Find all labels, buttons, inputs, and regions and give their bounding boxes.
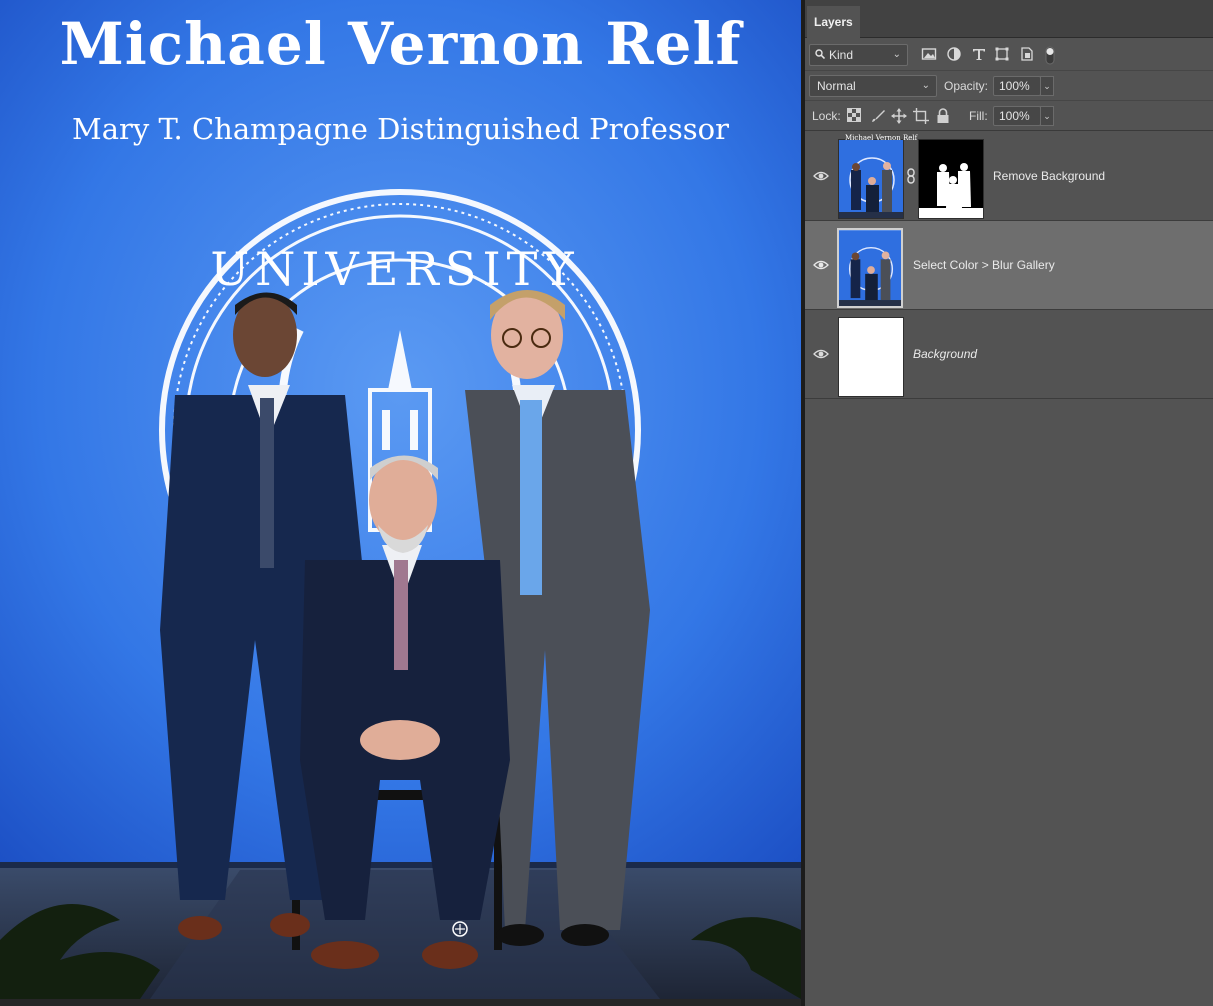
visibility-eye-icon[interactable] xyxy=(813,259,829,271)
panel-tab-bar: Layers xyxy=(805,0,1213,38)
opacity-label: Opacity: xyxy=(944,79,989,93)
document-subtitle: Mary T. Champagne Distinguished Professo… xyxy=(72,112,729,146)
layer-row-select-color-blur-gallery[interactable]: Select Color > Blur Gallery xyxy=(805,221,1213,310)
visibility-eye-icon[interactable] xyxy=(813,170,829,182)
lock-fill-row: Lock: Fill: 100% ⌄ xyxy=(805,101,1213,131)
filter-kind-label: Kind xyxy=(829,48,854,62)
opacity-input[interactable]: 100% xyxy=(993,76,1041,96)
lock-transparent-pixels-icon[interactable] xyxy=(847,108,863,124)
fill-input[interactable]: 100% xyxy=(993,106,1041,126)
layer-mask-thumbnail[interactable] xyxy=(918,139,984,219)
blend-mode-value: Normal xyxy=(817,79,856,93)
type-filter-icon[interactable] xyxy=(971,46,987,62)
layer-thumbnail[interactable] xyxy=(838,317,904,397)
filter-kind-dropdown[interactable]: Kind ⌄ xyxy=(809,44,908,66)
fill-chevron-icon[interactable]: ⌄ xyxy=(1040,106,1054,126)
canvas-area[interactable]: UNIVERSITY Michael Vernon Relf Mary T. C… xyxy=(0,0,805,1006)
layer-thumbnail[interactable] xyxy=(838,139,904,219)
lock-all-icon[interactable] xyxy=(936,108,952,124)
layers-panel: Layers Kind ⌄ Normal ⌄ Opacity: 100% ⌄ L… xyxy=(805,0,1213,1006)
mask-link-icon[interactable] xyxy=(905,168,917,184)
lock-image-pixels-icon[interactable] xyxy=(870,108,886,124)
layer-row-remove-background[interactable]: Michael Vernon Relf Remove Background xyxy=(805,132,1213,221)
filter-toggle-icon[interactable] xyxy=(1045,46,1061,65)
layer-thumbnail[interactable] xyxy=(837,228,903,308)
blend-opacity-row: Normal ⌄ Opacity: 100% ⌄ xyxy=(805,71,1213,101)
layer-filter-row: Kind ⌄ xyxy=(805,38,1213,71)
chevron-down-icon: ⌄ xyxy=(921,80,930,91)
crosshair-cursor-icon xyxy=(452,921,468,937)
fill-label: Fill: xyxy=(969,109,988,123)
photo-illustration: UNIVERSITY xyxy=(0,0,801,999)
adjustment-filter-icon[interactable] xyxy=(946,46,962,62)
layer-name[interactable]: Background xyxy=(913,347,977,361)
document-photo[interactable]: UNIVERSITY Michael Vernon Relf Mary T. C… xyxy=(0,0,801,999)
visibility-eye-icon[interactable] xyxy=(813,348,829,360)
chevron-down-icon: ⌄ xyxy=(892,49,901,60)
opacity-chevron-icon[interactable]: ⌄ xyxy=(1040,76,1054,96)
search-icon xyxy=(815,45,826,65)
document-title: Michael Vernon Relf xyxy=(59,10,742,78)
lock-position-icon[interactable] xyxy=(891,108,907,124)
shape-filter-icon[interactable] xyxy=(994,46,1010,62)
image-filter-icon[interactable] xyxy=(921,46,937,62)
tab-layers[interactable]: Layers xyxy=(807,6,860,38)
thumbnail-title: Michael Vernon Relf xyxy=(845,134,918,142)
layer-row-background[interactable]: Background xyxy=(805,310,1213,399)
lock-label: Lock: xyxy=(812,109,841,123)
lock-artboard-icon[interactable] xyxy=(913,108,929,124)
blend-mode-dropdown[interactable]: Normal ⌄ xyxy=(809,75,937,97)
seal-text: UNIVERSITY xyxy=(210,242,579,296)
smart-object-filter-icon[interactable] xyxy=(1019,46,1035,62)
layer-name[interactable]: Select Color > Blur Gallery xyxy=(913,258,1055,272)
layer-name[interactable]: Remove Background xyxy=(993,169,1105,183)
